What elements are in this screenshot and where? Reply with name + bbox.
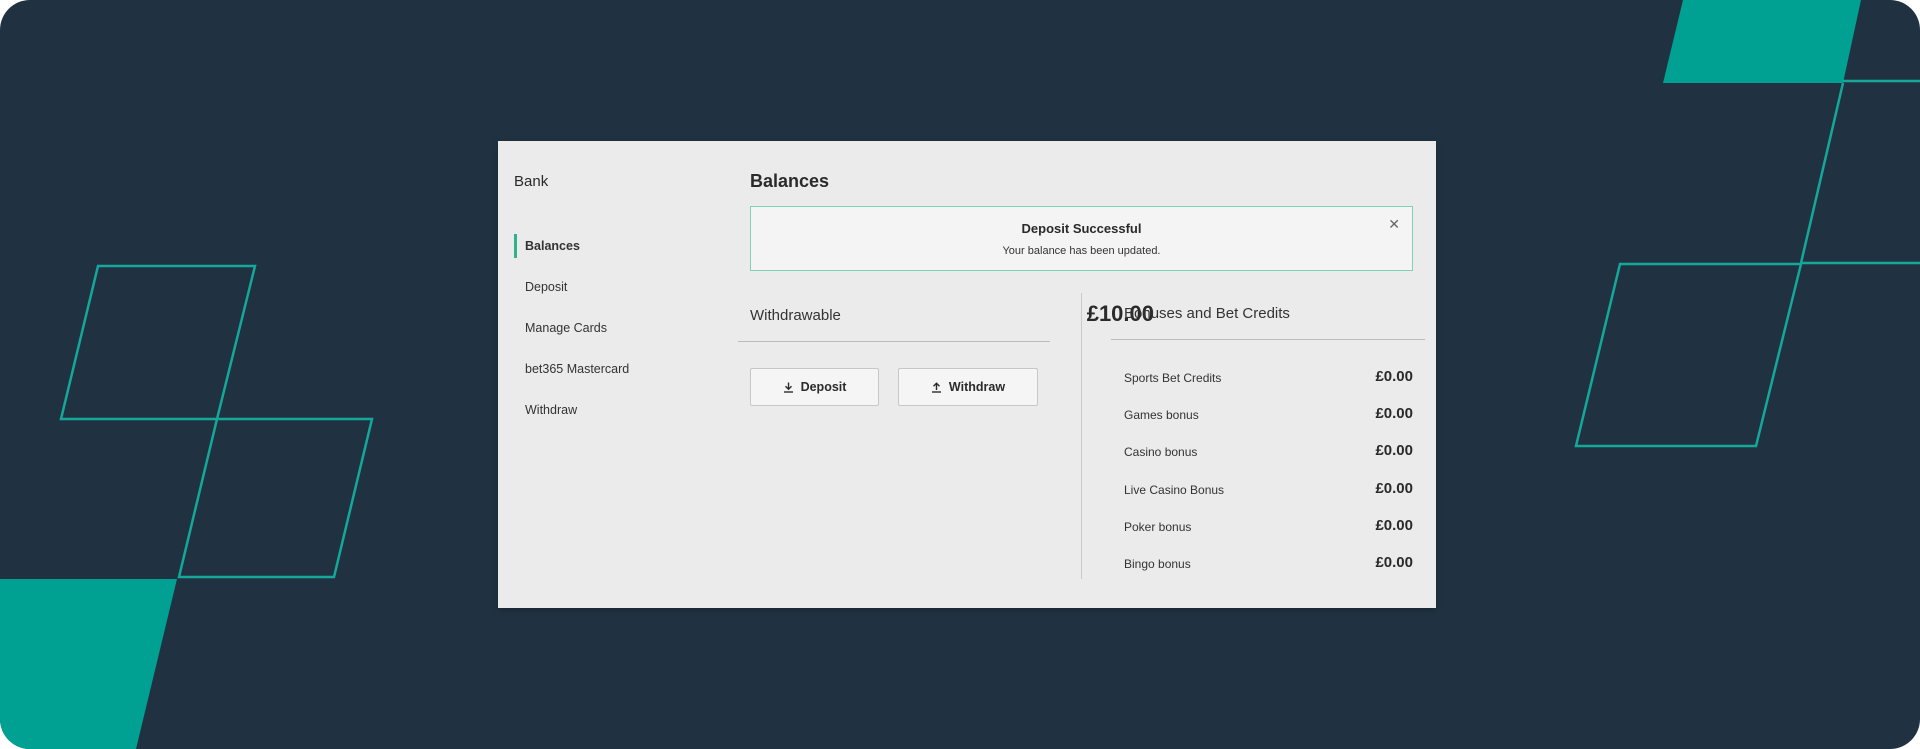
sidebar-item-deposit[interactable]: Deposit (514, 275, 567, 299)
bonus-row: Bingo bonus £0.00 (1124, 553, 1413, 573)
bonus-value: £0.00 (1375, 442, 1413, 459)
sidebar-item-balances[interactable]: Balances (514, 234, 580, 258)
download-icon (783, 382, 793, 393)
bonus-label: Sports Bet Credits (1124, 371, 1222, 385)
withdraw-button-label: Withdraw (948, 380, 1006, 394)
withdrawable-label: Withdrawable (750, 307, 841, 324)
upload-icon (931, 381, 941, 393)
background-stage: Bank Balances Deposit Manage Cards bet36… (0, 0, 1920, 749)
bonus-value: £0.00 (1375, 480, 1413, 497)
divider (738, 341, 1050, 342)
alert-title: Deposit Successful (1021, 221, 1142, 236)
bonus-row: Live Casino Bonus £0.00 (1124, 479, 1413, 499)
sidebar-item-manage-cards[interactable]: Manage Cards (514, 316, 607, 340)
bonus-label: Live Casino Bonus (1124, 483, 1225, 497)
sidebar-title: Bank (514, 173, 549, 190)
close-icon[interactable]: ✕ (1388, 216, 1400, 233)
sidebar-item-withdraw[interactable]: Withdraw (514, 398, 577, 422)
bonus-row: Casino bonus £0.00 (1124, 441, 1413, 461)
vertical-divider (1081, 293, 1082, 579)
bonus-row: Sports Bet Credits £0.00 (1124, 367, 1413, 387)
divider (1111, 339, 1425, 340)
bonus-value: £0.00 (1375, 554, 1413, 571)
bonus-value: £0.00 (1375, 405, 1413, 422)
bonus-row: Games bonus £0.00 (1124, 404, 1413, 424)
bonus-value: £0.00 (1375, 368, 1413, 385)
bonus-value: £0.00 (1375, 517, 1413, 534)
deposit-button-label: Deposit (800, 380, 847, 394)
bank-panel: Bank Balances Deposit Manage Cards bet36… (498, 141, 1436, 608)
success-alert: Deposit Successful Your balance has been… (750, 206, 1413, 271)
sidebar-item-mastercard[interactable]: bet365 Mastercard (514, 357, 629, 381)
deposit-button[interactable]: Deposit (750, 368, 879, 406)
withdraw-button[interactable]: Withdraw (898, 368, 1038, 406)
page-title: Balances (750, 171, 830, 191)
bonus-label: Games bonus (1124, 408, 1199, 422)
alert-message: Your balance has been updated. (1002, 245, 1161, 257)
bonus-row: Poker bonus £0.00 (1124, 516, 1413, 536)
bonus-label: Bingo bonus (1124, 557, 1191, 571)
bonus-label: Casino bonus (1124, 445, 1198, 459)
sidebar: Bank Balances Deposit Manage Cards bet36… (498, 141, 698, 608)
bonus-label: Poker bonus (1124, 520, 1192, 534)
bonuses-heading: Bonuses and Bet Credits (1124, 305, 1290, 322)
